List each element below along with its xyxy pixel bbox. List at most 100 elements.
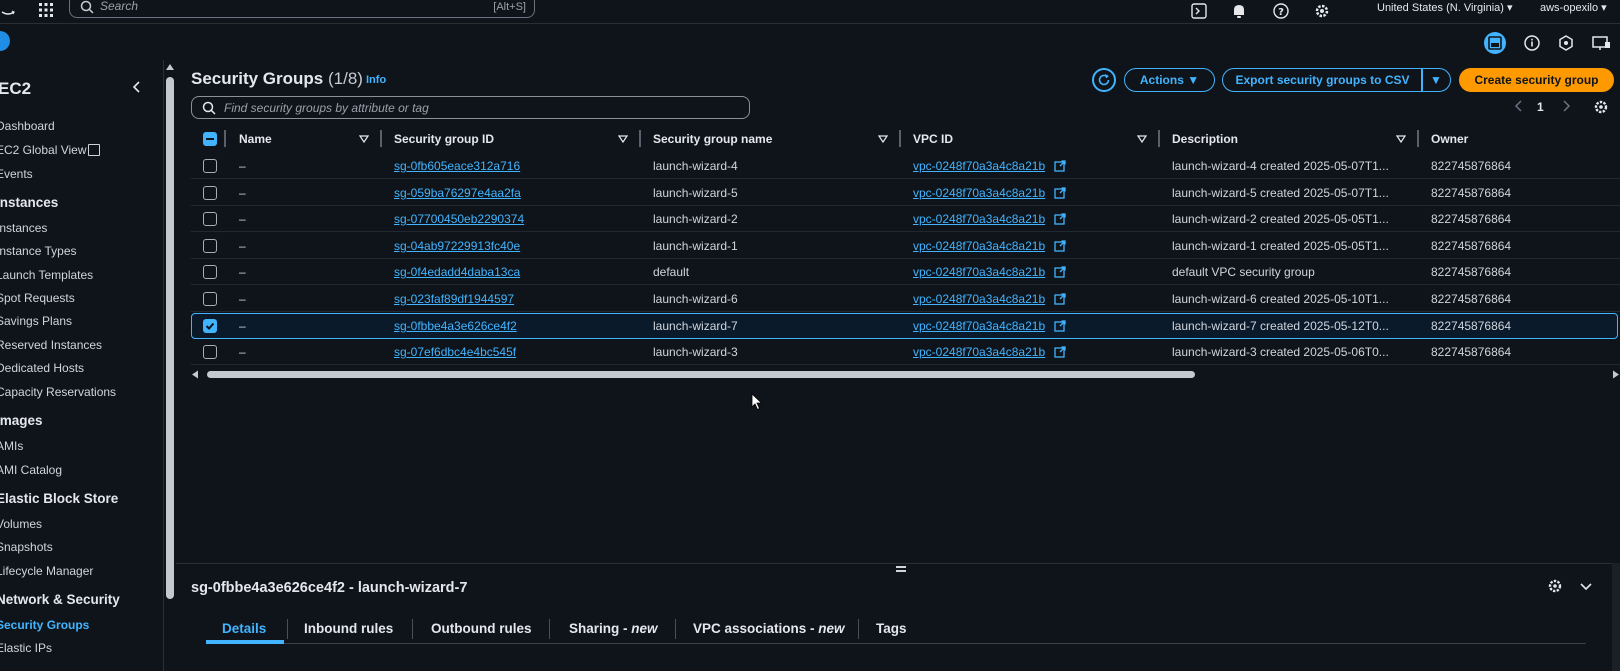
sidebar-item-volumes[interactable]: Volumes (0, 517, 42, 531)
column-header-name[interactable]: Name (239, 132, 272, 146)
sidebar-section-network-security[interactable]: Network & Security (0, 592, 120, 607)
sidebar-section-instances[interactable]: Instances (0, 195, 58, 210)
account-menu[interactable]: aws-opexilo ▾ (1540, 1, 1607, 14)
sidebar-item-ami-catalog[interactable]: AMI Catalog (0, 463, 62, 477)
external-link-icon[interactable] (1054, 240, 1066, 252)
sidebar-section-images[interactable]: Images (0, 413, 43, 428)
scroll-up-arrow-icon[interactable] (166, 63, 174, 71)
page-scrollbar[interactable] (1612, 563, 1620, 671)
vpc-id-link[interactable]: vpc-0248f70a3a4c8a21b (913, 186, 1045, 200)
tab-inbound-rules[interactable]: Inbound rules (304, 621, 393, 636)
column-resizer[interactable] (1417, 130, 1419, 147)
vpc-id-link[interactable]: vpc-0248f70a3a4c8a21b (913, 319, 1045, 333)
next-page-icon[interactable] (1559, 99, 1573, 113)
sidebar-item-dedicated-hosts[interactable]: Dedicated Hosts (0, 361, 84, 375)
split-panel-settings-gear-icon[interactable] (1547, 578, 1563, 594)
vpc-id-link[interactable]: vpc-0248f70a3a4c8a21b (913, 239, 1045, 253)
security-group-id-link[interactable]: sg-07700450eb2290374 (394, 212, 524, 226)
security-group-id-link[interactable]: sg-07ef6dbc4e4bc545f (394, 345, 516, 359)
security-group-id-link[interactable]: sg-023faf89df1944597 (394, 292, 514, 306)
external-link-icon[interactable] (1054, 266, 1066, 278)
table-filter[interactable] (191, 96, 750, 119)
security-group-id-link[interactable]: sg-0fbbe4a3e626ce4f2 (394, 319, 517, 333)
display-settings-icon[interactable] (1591, 34, 1611, 52)
scroll-left-arrow-icon[interactable] (191, 370, 200, 379)
sort-security-group-id-icon[interactable] (618, 134, 628, 144)
region-selector[interactable]: United States (N. Virginia) ▾ (1377, 1, 1513, 14)
info-link[interactable]: Info (366, 74, 386, 86)
security-group-id-link[interactable]: sg-059ba76297e4aa2fa (394, 186, 521, 200)
sidebar-item-lifecycle-manager[interactable]: Lifecycle Manager (0, 564, 93, 578)
row-checkbox[interactable] (203, 186, 217, 200)
row-checkbox[interactable] (203, 212, 217, 226)
table-scroll-thumb[interactable] (207, 371, 1195, 378)
column-header-security-group-id[interactable]: Security group ID (394, 132, 494, 146)
security-group-id-link[interactable]: sg-04ab97229913fc40e (394, 239, 520, 253)
column-resizer[interactable] (639, 130, 641, 147)
service-title[interactable]: EC2 (0, 79, 31, 99)
global-search[interactable]: [Alt+S] (69, 0, 535, 18)
tab-outbound-rules[interactable]: Outbound rules (431, 621, 532, 636)
vpc-id-link[interactable]: vpc-0248f70a3a4c8a21b (913, 265, 1045, 279)
sort-vpc-id-icon[interactable] (1137, 134, 1147, 144)
sort-security-group-name-icon[interactable] (878, 134, 888, 144)
vpc-id-link[interactable]: vpc-0248f70a3a4c8a21b (913, 345, 1045, 359)
info-panel-icon[interactable] (1523, 34, 1541, 52)
sidebar-item-dashboard[interactable]: Dashboard (0, 119, 55, 133)
sidebar-item-savings-plans[interactable]: Savings Plans (0, 314, 72, 328)
column-resizer[interactable] (380, 130, 382, 147)
sidebar-item-instances[interactable]: Instances (0, 221, 47, 235)
external-link-icon[interactable] (1054, 293, 1066, 305)
row-checkbox[interactable] (203, 292, 217, 306)
feedback-hex-icon[interactable] (1557, 34, 1575, 52)
row-checkbox[interactable] (203, 319, 217, 333)
vpc-id-link[interactable]: vpc-0248f70a3a4c8a21b (913, 159, 1045, 173)
global-search-input[interactable] (100, 0, 430, 15)
split-panel-collapse-chevron-icon[interactable] (1578, 578, 1594, 594)
split-panel-resize-handle[interactable] (896, 566, 906, 572)
row-checkbox[interactable] (203, 239, 217, 253)
sidebar-item-security-groups[interactable]: Security Groups (0, 618, 89, 632)
export-options-dropdown[interactable]: ▼ (1421, 68, 1451, 92)
column-header-description[interactable]: Description (1172, 132, 1238, 146)
sidebar-item-spot-requests[interactable]: Spot Requests (0, 291, 75, 305)
current-page-number[interactable]: 1 (1537, 100, 1544, 114)
row-checkbox[interactable] (203, 159, 217, 173)
sidebar-item-capacity-reservations[interactable]: Capacity Reservations (0, 385, 116, 399)
sort-name-icon[interactable] (359, 134, 369, 144)
sidebar-section-elastic-block-store[interactable]: Elastic Block Store (0, 491, 118, 506)
sidebar-item-ec2-global-view[interactable]: EC2 Global View (0, 143, 87, 157)
help-icon[interactable]: ? (1272, 2, 1290, 20)
cloudshell-icon[interactable] (1190, 2, 1208, 20)
table-filter-input[interactable] (224, 99, 724, 117)
tab-tags[interactable]: Tags (876, 621, 907, 636)
tab-sharing[interactable]: Sharing - new (569, 621, 658, 636)
external-link-icon[interactable] (1054, 346, 1066, 358)
sidebar-item-events[interactable]: Events (0, 167, 33, 181)
sidebar-scroll-thumb[interactable] (166, 77, 174, 599)
aws-logo-icon[interactable] (0, 2, 16, 18)
scroll-right-arrow-icon[interactable] (1611, 370, 1620, 379)
column-resizer[interactable] (1158, 130, 1160, 147)
collapse-sidebar-icon[interactable] (130, 80, 144, 94)
services-grid-icon[interactable] (38, 2, 54, 18)
export-csv-button[interactable]: Export security groups to CSV (1222, 68, 1423, 92)
settings-gear-icon[interactable] (1313, 2, 1331, 20)
actions-dropdown-button[interactable]: Actions ▼ (1124, 68, 1215, 92)
column-header-security-group-name[interactable]: Security group name (653, 132, 772, 146)
external-link-icon[interactable] (1054, 213, 1066, 225)
sidebar-item-reserved-instances[interactable]: Reserved Instances (0, 338, 102, 352)
external-link-icon[interactable] (1054, 320, 1066, 332)
column-header-owner[interactable]: Owner (1431, 132, 1468, 146)
tab-details[interactable]: Details (222, 621, 266, 636)
refresh-button[interactable] (1092, 68, 1116, 92)
row-checkbox[interactable] (203, 345, 217, 359)
table-preferences-gear-icon[interactable] (1593, 99, 1609, 115)
vpc-id-link[interactable]: vpc-0248f70a3a4c8a21b (913, 292, 1045, 306)
notifications-bell-icon[interactable] (1230, 2, 1248, 20)
sidebar-item-launch-templates[interactable]: Launch Templates (0, 268, 93, 282)
create-security-group-button[interactable]: Create security group (1459, 68, 1614, 92)
sidebar-item-instance-types[interactable]: Instance Types (0, 244, 77, 258)
column-header-vpc-id[interactable]: VPC ID (913, 132, 953, 146)
sidebar-item-amis[interactable]: AMIs (0, 439, 23, 453)
